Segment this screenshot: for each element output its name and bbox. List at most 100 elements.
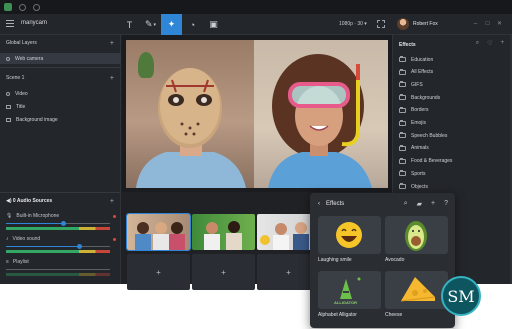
- effects-category-item[interactable]: Objects: [399, 181, 428, 192]
- scene-thumbnail-1[interactable]: [126, 213, 191, 251]
- volume-slider[interactable]: [6, 244, 110, 249]
- audio-level-meter: [6, 273, 110, 276]
- speaker-icon: ♪: [6, 236, 9, 242]
- effects-category-item[interactable]: Emojis: [399, 118, 426, 129]
- layer-background-image[interactable]: Background image: [0, 114, 121, 125]
- heart-icon[interactable]: ♡: [487, 40, 492, 47]
- effect-tile-laughing-smile[interactable]: [318, 216, 381, 254]
- effects-category-label: Objects: [411, 183, 428, 190]
- add-scene-button[interactable]: +: [127, 254, 190, 290]
- volume-fill: [6, 246, 79, 247]
- resolution-select[interactable]: 1080p · 30 ▾: [339, 21, 367, 27]
- layer-label: Title: [16, 103, 26, 110]
- preview-left-feed: [126, 40, 254, 188]
- pen-icon: ✎: [144, 19, 153, 29]
- plus-icon: +: [221, 267, 226, 277]
- effects-category-item[interactable]: Sports: [399, 168, 425, 179]
- effects-category-item[interactable]: Animals: [399, 143, 429, 154]
- microphone-icon[interactable]: [19, 3, 26, 11]
- cheese-sticker-icon: [400, 277, 436, 302]
- audio-source-label: ≡ Playlist: [6, 259, 29, 265]
- menu-icon[interactable]: [6, 20, 14, 27]
- effects-category-label: Animals: [411, 145, 429, 152]
- playlist-icon: ≡: [6, 259, 9, 265]
- folder-icon: [399, 170, 406, 177]
- audio-source-name: Video sound: [12, 236, 41, 242]
- user-name: Robert Fox: [413, 21, 438, 27]
- add-scene-layer-icon[interactable]: +: [110, 75, 114, 82]
- layer-title[interactable]: Title: [0, 101, 121, 112]
- image-icon: [6, 117, 11, 122]
- folder-icon: [399, 132, 406, 139]
- scene-header: Scene 1 +: [6, 73, 114, 83]
- folder-icon: [399, 119, 406, 126]
- global-layers-title: Global Layers: [6, 40, 37, 46]
- effects-category-item[interactable]: Borders: [399, 105, 429, 116]
- pen-tool-button[interactable]: ✎ ▾: [140, 14, 161, 35]
- folder-icon: [399, 144, 406, 151]
- user-profile[interactable]: Robert Fox: [397, 18, 438, 30]
- timer-tool-button[interactable]: ◔: [182, 14, 203, 35]
- volume-slider[interactable]: [6, 221, 110, 226]
- popup-header: ‹ Effects: [318, 201, 344, 207]
- effects-category-item[interactable]: Backgrounds: [399, 92, 440, 103]
- help-icon[interactable]: ?: [444, 200, 448, 208]
- effects-category-item[interactable]: Food & Beverages: [399, 156, 452, 167]
- volume-knob[interactable]: [61, 221, 67, 226]
- woman-with-snorkel-mask: [268, 54, 372, 188]
- video-icon: [6, 91, 10, 96]
- os-strip: [0, 0, 512, 14]
- minimize-icon[interactable]: –: [472, 21, 479, 28]
- thumbnail-image: [204, 221, 242, 250]
- add-icon[interactable]: +: [431, 200, 435, 208]
- popup-title: Effects: [326, 201, 345, 207]
- layer-video[interactable]: Video: [0, 88, 121, 99]
- title-icon: [6, 104, 11, 109]
- folder-icon[interactable]: ▰: [417, 200, 422, 208]
- add-icon[interactable]: +: [500, 40, 504, 47]
- effects-category-label: Emojis: [411, 120, 427, 126]
- plus-icon: +: [156, 267, 161, 277]
- fullscreen-icon[interactable]: [377, 20, 385, 28]
- add-global-layer-icon[interactable]: +: [110, 40, 114, 47]
- effect-tile-avocado[interactable]: [385, 216, 448, 254]
- pip-tool-button[interactable]: ▣: [203, 14, 224, 35]
- search-icon[interactable]: ⌕: [476, 40, 479, 47]
- folder-icon: [399, 81, 406, 88]
- layer-web-camera[interactable]: Web camera: [0, 53, 121, 64]
- effect-tile-alphabet-alligator[interactable]: ALLIGATOR: [318, 271, 381, 309]
- settings-icon[interactable]: [33, 3, 40, 11]
- avocado-sticker-icon: [405, 221, 427, 251]
- effects-category-item[interactable]: Speech Bubbles: [399, 130, 447, 141]
- scene-thumbnail-2[interactable]: [192, 214, 255, 250]
- alligator-logo-text: ALLIGATOR: [334, 300, 357, 305]
- add-audio-source-icon[interactable]: +: [110, 198, 114, 205]
- back-icon[interactable]: ‹: [318, 201, 320, 207]
- folder-icon: [399, 56, 406, 62]
- effects-category-label: Speech Bubbles: [411, 132, 448, 139]
- scene-title: Scene 1: [6, 75, 25, 81]
- add-scene-button[interactable]: +: [192, 254, 255, 290]
- thumbnail-image: [135, 222, 185, 250]
- app-window: manycam T ✎ ▾ ✦ ◔ ▣ 1080p · 30 ▾ Robert F…: [0, 0, 512, 329]
- volume-slider[interactable]: [6, 269, 110, 270]
- close-icon[interactable]: ✕: [496, 21, 503, 28]
- preview-canvas-area: [122, 35, 392, 192]
- left-panel: Global Layers + Web camera Scene 1 + Vid…: [0, 35, 121, 284]
- app-name: manycam: [21, 20, 48, 26]
- preview-stage[interactable]: [126, 40, 388, 188]
- text-tool-button[interactable]: T: [119, 14, 140, 35]
- effects-category-item[interactable]: Education: [399, 54, 433, 65]
- effects-popup: ‹ Effects ⌕ ▰ + ? Laughing smile Avocado…: [310, 193, 455, 328]
- app-header: manycam T ✎ ▾ ✦ ◔ ▣ 1080p · 30 ▾ Robert F…: [0, 14, 512, 35]
- effects-category-item[interactable]: All Effects: [399, 67, 433, 78]
- effects-category-item[interactable]: GIFS: [399, 79, 423, 90]
- volume-knob[interactable]: [76, 244, 82, 249]
- audio-source-name: Built-in Microphone: [16, 213, 60, 219]
- search-icon[interactable]: ⌕: [404, 200, 408, 208]
- effect-tile-cheese[interactable]: [385, 271, 448, 309]
- maximize-icon[interactable]: □: [484, 21, 491, 28]
- audio-source-name: Playlist: [12, 259, 29, 265]
- effect-label: Alphabet Alligator: [318, 312, 357, 318]
- effects-tool-button[interactable]: ✦: [161, 14, 182, 35]
